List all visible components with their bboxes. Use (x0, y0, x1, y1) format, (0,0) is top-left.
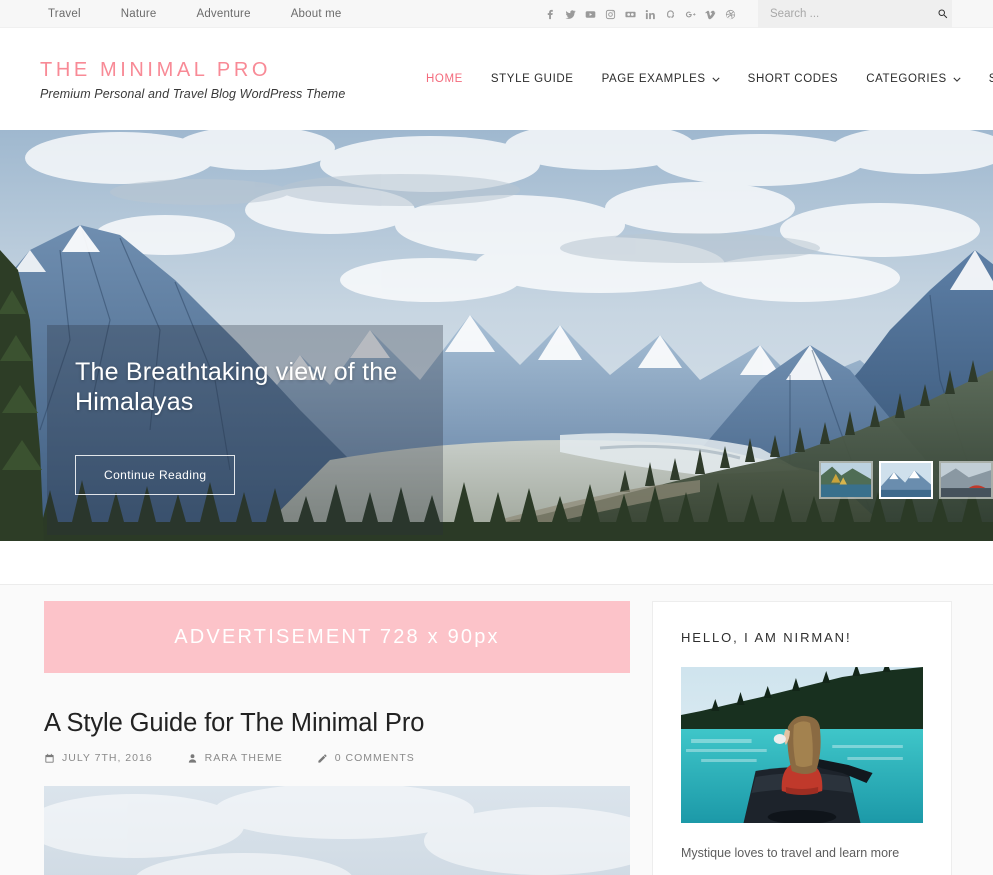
search-input[interactable] (758, 0, 934, 28)
meta-author: RARA THEME (187, 752, 283, 764)
site-title[interactable]: THE MINIMAL PRO (40, 58, 345, 83)
youtube-icon[interactable] (580, 0, 600, 28)
nav-item-page-examples[interactable]: PAGE EXAMPLES (588, 73, 734, 85)
twitter-icon[interactable] (560, 0, 580, 28)
content-area: ADVERTISEMENT 728 x 90px A Style Guide f… (0, 585, 993, 875)
meta-date: JULY 7TH, 2016 (44, 752, 153, 764)
meta-comments-text[interactable]: 0 COMMENTS (335, 752, 415, 764)
hero-caption: The Breathtaking view of the Himalayas C… (47, 325, 443, 535)
post-meta: JULY 7TH, 2016 RARA THEME 0 COMMENTS (44, 752, 630, 764)
site-branding[interactable]: THE MINIMAL PRO Premium Personal and Tra… (40, 58, 345, 101)
nav-label-home: HOME (426, 73, 463, 85)
post-featured-image[interactable] (44, 786, 630, 875)
content-divider (0, 541, 993, 585)
instagram-icon[interactable] (600, 0, 620, 28)
hero-title[interactable]: The Breathtaking view of the Himalayas (75, 358, 415, 417)
about-widget-text: Mystique loves to travel and learn more (681, 846, 900, 860)
flickr-icon[interactable] (620, 0, 640, 28)
chevron-down-icon (953, 77, 961, 82)
about-widget: HELLO, I AM NIRMAN! Mystique loves to tr… (652, 601, 952, 875)
topnav-item-nature[interactable]: Nature (101, 0, 177, 28)
nav-label-page-examples: PAGE EXAMPLES (601, 73, 706, 85)
search-icon[interactable] (934, 0, 952, 28)
continue-reading-button[interactable]: Continue Reading (75, 455, 236, 495)
calendar-icon (44, 753, 55, 764)
topnav-item-travel[interactable]: Travel (40, 0, 101, 28)
dribbble-icon[interactable] (720, 0, 740, 28)
hero-slider: The Breathtaking view of the Himalayas C… (0, 130, 993, 541)
site-tagline: Premium Personal and Travel Blog WordPre… (40, 86, 346, 101)
linkedin-icon[interactable] (640, 0, 660, 28)
top-bar: Travel Nature Adventure About me (0, 0, 993, 28)
sidebar: HELLO, I AM NIRMAN! Mystique loves to tr… (652, 601, 952, 875)
main-column: ADVERTISEMENT 728 x 90px A Style Guide f… (44, 601, 630, 875)
social-links (540, 0, 740, 28)
page-body: ADVERTISEMENT 728 x 90px A Style Guide f… (0, 541, 993, 875)
stumbleupon-icon[interactable] (660, 0, 680, 28)
topnav-item-about-me[interactable]: About me (271, 0, 362, 28)
about-widget-image (681, 667, 923, 823)
meta-comments: 0 COMMENTS (317, 752, 415, 764)
googleplus-icon[interactable] (680, 0, 700, 28)
meta-date-text: JULY 7TH, 2016 (62, 752, 153, 764)
nav-item-short-codes[interactable]: SHORT CODES (734, 73, 853, 85)
site-header: THE MINIMAL PRO Premium Personal and Tra… (0, 28, 993, 130)
chevron-down-icon (712, 77, 720, 82)
about-widget-title: HELLO, I AM NIRMAN! (681, 630, 852, 645)
slide-thumb-1[interactable] (819, 461, 873, 499)
meta-author-text[interactable]: RARA THEME (205, 752, 283, 764)
advertisement-label: ADVERTISEMENT 728 x 90px (174, 625, 500, 648)
nav-item-categories[interactable]: CATEGORIES (852, 73, 975, 85)
post-title[interactable]: A Style Guide for The Minimal Pro (44, 709, 630, 738)
nav-item-style-guide[interactable]: STYLE GUIDE (477, 73, 588, 85)
nav-item-shop[interactable]: SHOP (975, 73, 993, 85)
topnav-item-adventure[interactable]: Adventure (176, 0, 270, 28)
nav-label-style-guide: STYLE GUIDE (490, 73, 574, 85)
slide-thumb-3[interactable] (939, 461, 993, 499)
pencil-icon (317, 753, 328, 764)
nav-item-home[interactable]: HOME (412, 73, 477, 85)
slide-thumb-2[interactable] (879, 461, 933, 499)
nav-label-categories: CATEGORIES (866, 73, 947, 85)
advertisement-banner[interactable]: ADVERTISEMENT 728 x 90px (44, 601, 630, 673)
nav-label-short-codes: SHORT CODES (747, 73, 839, 85)
nav-label-shop: SHOP (989, 73, 993, 85)
main-navigation: HOME STYLE GUIDE PAGE EXAMPLES SHORT COD… (412, 28, 993, 130)
facebook-icon[interactable] (540, 0, 560, 28)
hero-thumbnail-nav (819, 461, 993, 499)
top-navigation: Travel Nature Adventure About me (0, 0, 362, 27)
search-box[interactable] (758, 0, 952, 28)
vimeo-icon[interactable] (700, 0, 720, 28)
user-icon (187, 753, 198, 764)
